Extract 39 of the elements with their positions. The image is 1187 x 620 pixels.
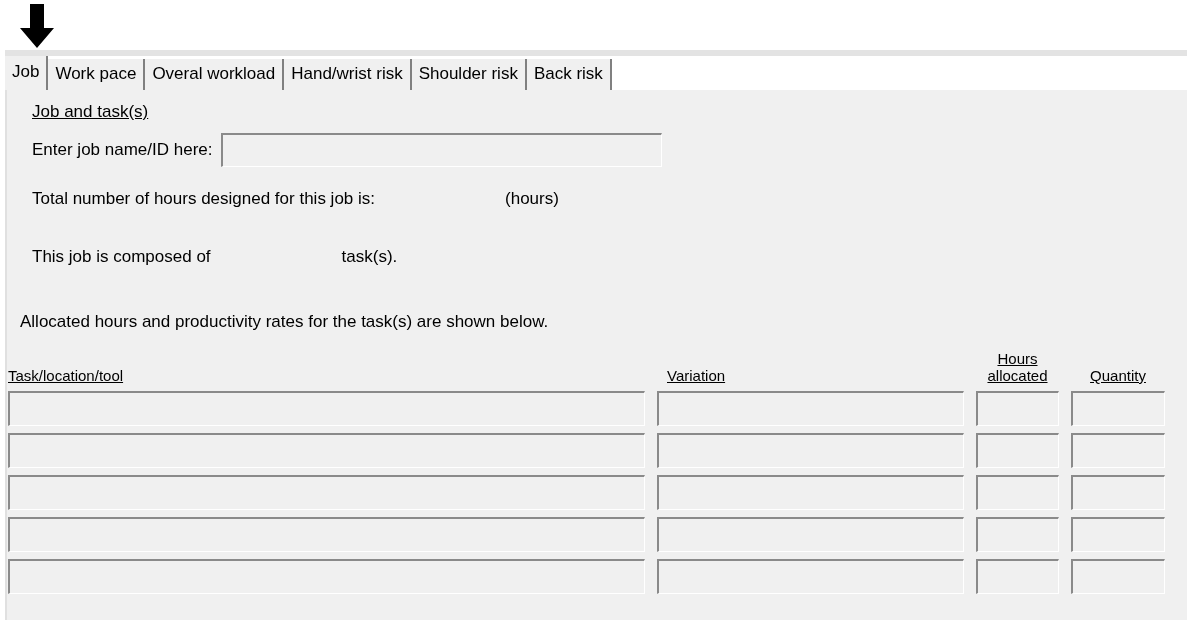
task-count-label: This job is composed of xyxy=(32,247,211,267)
hours-unit: (hours) xyxy=(505,189,559,209)
column-header: Variation xyxy=(666,367,727,384)
table-field[interactable] xyxy=(1071,517,1165,552)
task-unit: task(s). xyxy=(341,247,398,267)
table-field[interactable] xyxy=(1071,475,1165,510)
down-arrow-icon xyxy=(20,4,54,48)
table-field[interactable] xyxy=(657,433,964,468)
tab[interactable]: Shoulder risk xyxy=(411,59,527,90)
column-header: Quantity xyxy=(1089,367,1147,384)
job-name-field[interactable] xyxy=(221,133,663,167)
total-hours-label: Total number of hours designed for this job is: xyxy=(32,189,376,209)
table-field[interactable] xyxy=(8,517,645,552)
job-name-label: Enter job name/ID here: xyxy=(32,140,213,160)
table-field[interactable] xyxy=(976,433,1059,468)
column-header: Task/location/tool xyxy=(8,367,125,384)
table-field[interactable] xyxy=(976,559,1059,594)
table-field[interactable] xyxy=(976,475,1059,510)
table-field[interactable] xyxy=(657,559,964,594)
table-field[interactable] xyxy=(8,475,645,510)
table-field[interactable] xyxy=(1071,559,1165,594)
tab[interactable]: Back risk xyxy=(526,59,612,90)
intro-text: Allocated hours and productivity rates for the task(s) are shown below. xyxy=(20,312,550,332)
table-field[interactable] xyxy=(657,517,964,552)
column-header: Hours allocated xyxy=(986,350,1049,384)
table-field[interactable] xyxy=(1071,433,1165,468)
table-field[interactable] xyxy=(976,391,1059,426)
table-field[interactable] xyxy=(976,517,1059,552)
table-field[interactable] xyxy=(8,433,645,468)
tab[interactable]: Work pace xyxy=(48,59,146,90)
table-field[interactable] xyxy=(8,559,645,594)
tab[interactable]: Job xyxy=(5,56,49,90)
table-field[interactable] xyxy=(1071,391,1165,426)
table-field[interactable] xyxy=(657,391,964,426)
table-field[interactable] xyxy=(657,475,964,510)
section-title: Job and task(s) xyxy=(32,102,149,122)
tab[interactable]: Hand/wrist risk xyxy=(284,59,412,90)
tab[interactable]: Overal workload xyxy=(145,59,285,90)
table-field[interactable] xyxy=(8,391,645,426)
